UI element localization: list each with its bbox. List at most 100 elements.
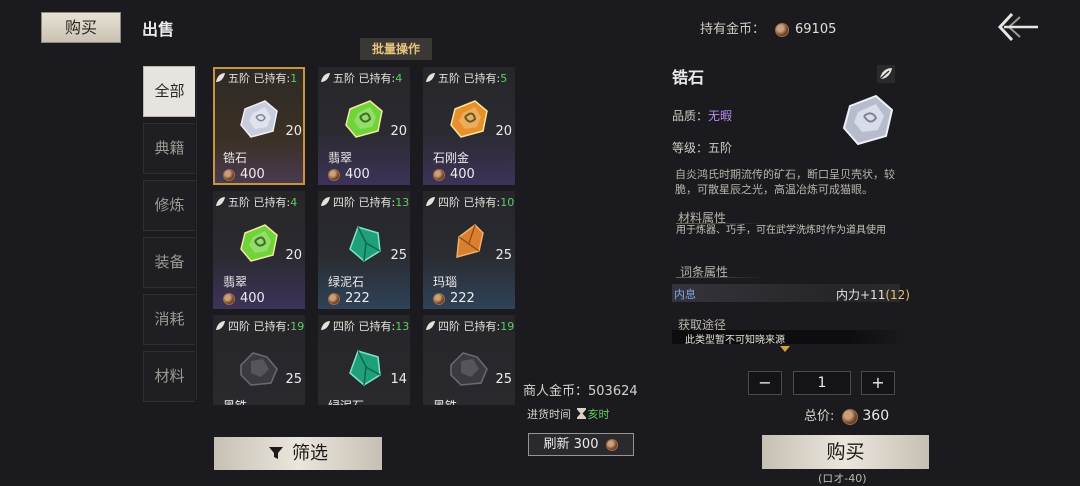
item-rank: 四阶 [438, 196, 460, 209]
refresh-button[interactable]: 刷新 300 [528, 433, 634, 456]
item-price: 222 [328, 291, 370, 306]
leaf-icon [877, 65, 895, 83]
item-card[interactable]: 四阶 已持有:13 25 绿泥石 222 [318, 191, 410, 309]
merchant-gold-value: 503624 [588, 384, 638, 399]
filter-label: 筛选 [292, 443, 328, 464]
category-all[interactable]: 全部 [143, 66, 195, 117]
item-price-value: 400 [345, 167, 370, 182]
item-card[interactable]: 五阶 已持有:5 20 石刚金 400 [423, 67, 515, 185]
chlorite-gem-icon [340, 343, 388, 391]
item-card[interactable]: 四阶 已持有:13 14 绿泥石 [318, 315, 410, 405]
filter-button[interactable]: 筛选 [214, 437, 382, 470]
item-stock: 20 [390, 124, 407, 139]
item-price: 400 [223, 167, 265, 182]
leaf-icon [426, 321, 435, 330]
item-rank: 四阶 [333, 196, 355, 209]
quality-label: 品质： [672, 109, 709, 123]
coin-icon [223, 292, 235, 305]
item-name: 黑铁 [223, 397, 247, 405]
material-attr-desc: 用于炼器、巧手，可在武学洗炼时作为道具使用 [676, 225, 886, 236]
refresh-label: 刷新 300 [543, 437, 599, 452]
category-books[interactable]: 典籍 [143, 123, 195, 174]
quantity-plus-button[interactable]: + [861, 371, 895, 395]
item-name: 黑铁 [433, 397, 457, 405]
leaf-icon [321, 321, 330, 330]
restock-time: 进货时间 亥时 [527, 406, 610, 422]
buy-button[interactable]: 购买 [762, 435, 929, 469]
item-stock: 25 [390, 248, 407, 263]
item-price-value: 400 [240, 291, 265, 306]
item-header: 五阶 已持有:1 [215, 70, 297, 86]
item-card[interactable]: 五阶 已持有:4 20 翡翠 400 [318, 67, 410, 185]
iron-ore-icon [235, 343, 283, 391]
level-label: 等级： [672, 141, 709, 155]
item-stock: 14 [390, 372, 407, 387]
item-header: 四阶 已持有:10 [425, 194, 514, 210]
item-name: 绿泥石 [328, 275, 365, 289]
item-owned-label: 已持有: [358, 196, 396, 209]
item-stock: 20 [285, 248, 302, 263]
item-header: 五阶 已持有:5 [425, 70, 507, 86]
leaf-icon [216, 73, 225, 82]
item-owned-count: 4 [395, 72, 403, 85]
leaf-icon [426, 73, 435, 82]
restock-label: 进货时间 [527, 408, 571, 421]
affix-value-text: 内力+11 [836, 288, 886, 302]
item-header: 五阶 已持有:4 [215, 194, 297, 210]
total-label: 总价: [804, 409, 835, 424]
item-price-value: 222 [345, 291, 370, 306]
coin-icon [328, 168, 340, 181]
leaf-icon [321, 197, 330, 206]
item-name: 翡翠 [223, 275, 248, 289]
item-card[interactable]: 四阶 已持有:19 25 黑铁 [423, 315, 515, 405]
item-price: 400 [223, 291, 265, 306]
item-card[interactable]: 五阶 已持有:4 20 翡翠 400 [213, 191, 305, 309]
item-owned-label: 已持有: [463, 196, 501, 209]
source-text: 此类型暂不可知晓来源 [685, 335, 785, 346]
player-gold: 持有金币： 69105 [700, 18, 836, 37]
total-price: 总价: 360 [804, 405, 889, 425]
category-consumables[interactable]: 消耗 [143, 294, 195, 345]
item-rank: 五阶 [438, 72, 460, 85]
category-equipment[interactable]: 装备 [143, 237, 195, 288]
item-owned-count: 1 [290, 72, 298, 85]
item-name: 石刚金 [433, 151, 470, 165]
quantity-input[interactable]: 1 [793, 371, 851, 395]
item-owned-label: 已持有: [463, 320, 501, 333]
level-value: 五阶 [708, 141, 733, 155]
affix-value: 内力+11(12) [836, 286, 910, 303]
leaf-icon [216, 321, 225, 330]
item-price: 400 [328, 167, 370, 182]
item-card[interactable]: 四阶 已持有:19 25 黑铁 [213, 315, 305, 405]
back-arrow-icon[interactable] [996, 10, 1040, 44]
item-owned-count: 4 [290, 196, 298, 209]
merchant-gold-label: 商人金币： [523, 384, 589, 399]
iron-ore-icon [445, 343, 493, 391]
item-card[interactable]: 五阶 已持有:1 20 锆石 400 [213, 67, 305, 185]
item-stock: 20 [495, 124, 512, 139]
item-name: 翡翠 [328, 151, 353, 165]
chevron-down-icon[interactable] [780, 346, 790, 352]
category-materials[interactable]: 材料 [143, 351, 195, 402]
detail-quality: 品质：无暇 [672, 107, 732, 124]
quality-value: 无暇 [708, 109, 733, 123]
item-price: 222 [433, 291, 475, 306]
category-cultivation[interactable]: 修炼 [143, 180, 195, 231]
bulk-operation-button[interactable]: 批量操作 [360, 38, 432, 60]
item-stock: 25 [495, 372, 512, 387]
leaf-icon [321, 73, 330, 82]
item-price-value: 400 [450, 167, 475, 182]
item-price-value: 400 [240, 167, 265, 182]
tab-sell[interactable]: 出售 [142, 16, 174, 40]
item-owned-label: 已持有: [253, 72, 291, 85]
detail-item-name: 锆石 [672, 68, 705, 87]
total-value: 360 [862, 408, 890, 424]
quantity-minus-button[interactable]: − [748, 371, 782, 395]
merchant-gold: 商人金币：503624 [523, 380, 638, 399]
tab-buy[interactable]: 购买 [41, 12, 121, 43]
restock-time-value: 亥时 [587, 408, 610, 421]
buy-hint: (ロオ-40) [818, 472, 867, 485]
item-card[interactable]: 四阶 已持有:10 25 玛瑙 222 [423, 191, 515, 309]
leaf-icon [216, 197, 225, 206]
gold-gem-icon [445, 95, 493, 143]
